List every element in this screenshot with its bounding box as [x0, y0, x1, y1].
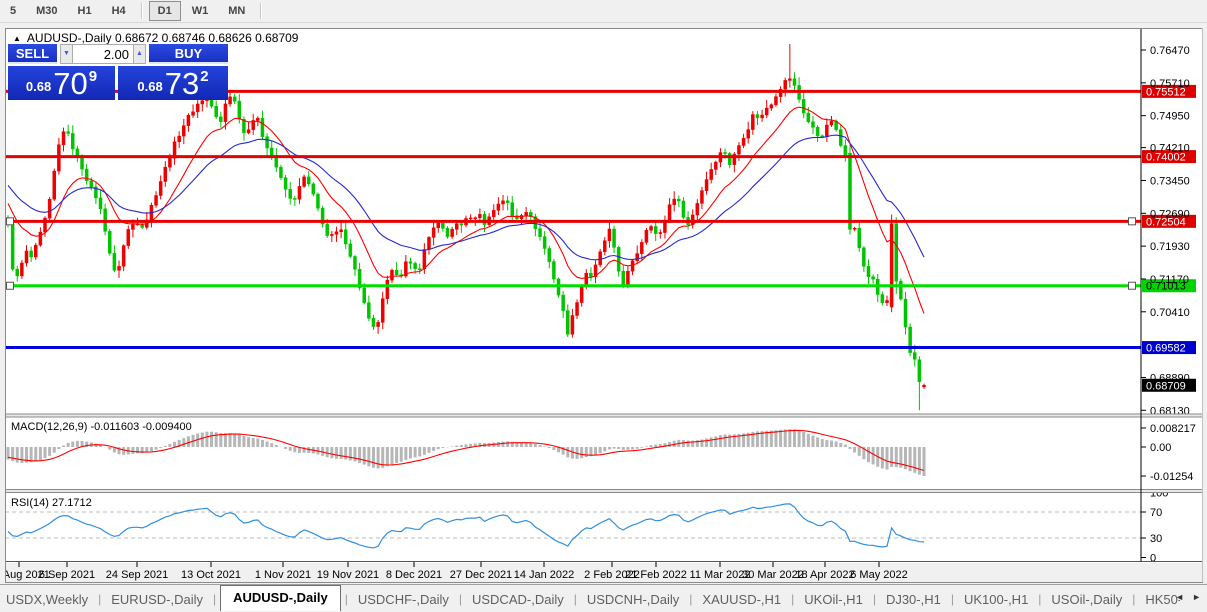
tab-separator: | [573, 592, 577, 606]
mt4-window: 5 M30 H1 H4 D1 W1 MN 0.75512 0.74002 0.72504 0.71… [0, 0, 1207, 612]
timeframe-toolbar: 5 M30 H1 H4 D1 W1 MN [0, 0, 1207, 23]
price-axis-tick-label: 0.74950 [1150, 111, 1190, 123]
sell-price-display[interactable]: 0.68 70 9 [8, 66, 115, 100]
toolbar-separator [140, 3, 143, 19]
line-handle[interactable] [1128, 281, 1136, 290]
timeframe-button-5[interactable]: 5 [1, 1, 25, 21]
tab-separator: | [98, 592, 102, 606]
tab-xauusd-h1[interactable]: XAUUSD-,H1 [696, 589, 787, 610]
timeframe-button-m30[interactable]: M30 [27, 1, 66, 21]
buy-price-pip-digit: 2 [200, 68, 209, 85]
chart-symbol-label: AUDUSD-,Daily [26, 31, 112, 45]
timeframe-button-h4[interactable]: H4 [103, 1, 135, 21]
price-axis-tick-label: 0.71170 [1150, 274, 1189, 286]
price-axis-tick-label: 0.75710 [1150, 78, 1190, 90]
buy-price-prefix: 0.68 [137, 79, 163, 94]
timeframe-button-mn[interactable]: MN [219, 1, 254, 21]
date-axis-label: 21 Feb 2022 [625, 569, 687, 581]
tabs-scroll-left-icon[interactable]: ◄ [1171, 591, 1188, 603]
one-click-trade-panel: SELL ▼ ▲ BUY 0.68 70 9 0.68 73 2 [8, 44, 228, 102]
timeframe-button-w1[interactable]: W1 [183, 1, 218, 21]
tab-usoil-daily[interactable]: USOil-,Daily [1045, 589, 1128, 610]
tab-usdchf-daily[interactable]: USDCHF-,Daily [352, 589, 455, 610]
symbol-tab-bar: USDX,Weekly | EURUSD-,Daily | AUDUSD-,Daily |… [0, 584, 1207, 612]
timeframe-button-h1[interactable]: H1 [69, 1, 101, 21]
volume-decrease-button[interactable]: ▼ [60, 44, 73, 64]
price-axis-tick-label: 0.74210 [1150, 143, 1190, 155]
buy-price-display[interactable]: 0.68 73 2 [118, 66, 228, 100]
price-axis-tick-label: 0.71930 [1150, 241, 1190, 253]
tab-usdcad-daily[interactable]: USDCAD-,Daily [466, 589, 570, 610]
date-axis-label: 6 Sep 2021 [39, 569, 95, 581]
tab-ukoil-h1[interactable]: UKOil-,H1 [798, 589, 869, 610]
tab-separator: | [950, 592, 954, 606]
sell-button[interactable]: SELL [8, 44, 57, 64]
macd-label: MACD(12,26,9) -0.011603 -0.009400 [11, 421, 192, 433]
toolbar-separator [260, 3, 263, 19]
macd-axis-tick-label: -0.01254 [1150, 471, 1193, 483]
tab-usdcnh-daily[interactable]: USDCNH-,Daily [581, 589, 685, 610]
tab-separator: | [872, 592, 876, 606]
macd-axis-tick-label: 0.00 [1150, 442, 1171, 454]
rsi-axis-tick-label: 30 [1150, 533, 1162, 545]
price-axis-tick-label: 0.72690 [1150, 208, 1190, 220]
volume-input[interactable] [73, 44, 133, 64]
chart-header: ▲ AUDUSD-,Daily 0.68672 0.68746 0.68626 0… [13, 31, 298, 45]
price-axis-tick-label: 0.76470 [1150, 45, 1190, 57]
level-price-label: 0.69582 [1146, 343, 1186, 355]
tab-separator: | [212, 592, 217, 606]
rsi-axis-tick-label: 70 [1150, 507, 1162, 519]
symbol-tabs: USDX,Weekly | EURUSD-,Daily | AUDUSD-,Daily |… [0, 585, 1180, 612]
date-axis-label: 13 Oct 2021 [181, 569, 241, 581]
tab-usdx-weekly[interactable]: USDX,Weekly [0, 589, 94, 610]
date-axis-label: 27 Dec 2021 [450, 569, 512, 581]
sell-price-prefix: 0.68 [25, 79, 52, 94]
date-axis-label: 1 Nov 2021 [255, 569, 311, 581]
volume-increase-button[interactable]: ▲ [133, 44, 146, 64]
price-axis-tick-label: 0.73450 [1150, 175, 1190, 187]
tab-separator: | [791, 592, 795, 606]
tab-audusd-daily[interactable]: AUDUSD-,Daily [220, 585, 341, 611]
tab-uk100-h1[interactable]: UK100-,H1 [958, 589, 1034, 610]
tab-separator: | [1038, 592, 1042, 606]
tab-separator: | [689, 592, 693, 606]
sell-price-big-digits: 70 [53, 66, 88, 101]
buy-price-big-digits: 73 [164, 66, 200, 101]
rsi-axis-tick-label: 0 [1150, 553, 1156, 565]
tab-separator: | [344, 592, 348, 606]
chart-ohlc-label: 0.68672 0.68746 0.68626 0.68709 [114, 31, 299, 45]
timeframe-button-d1[interactable]: D1 [148, 1, 181, 21]
tab-dj30-h1[interactable]: DJ30-,H1 [880, 589, 947, 610]
tab-separator: | [1132, 592, 1136, 606]
tab-separator: | [458, 592, 462, 606]
price-axis-tick-label: 0.68890 [1150, 372, 1190, 384]
date-axis-label: 19 Nov 2021 [317, 569, 379, 581]
tab-eurusd-daily[interactable]: EURUSD-,Daily [105, 589, 209, 610]
date-axis-label: 14 Jan 2022 [514, 569, 575, 581]
rsi-label: RSI(14) 27.1712 [11, 497, 92, 509]
line-handle[interactable] [6, 281, 14, 290]
line-handle[interactable] [6, 217, 14, 226]
tabs-scroll-right-icon[interactable]: ► [1188, 591, 1205, 603]
indicator-arrow-icon: ▲ [13, 34, 21, 43]
date-axis-label: 18 Apr 2022 [795, 569, 854, 581]
price-axis-tick-label: 0.70410 [1150, 307, 1190, 319]
line-handle[interactable] [1128, 217, 1136, 226]
date-axis-label: 8 Dec 2021 [386, 569, 442, 581]
chart-canvas[interactable]: 0.755120.740020.725040.710130.695820.687… [5, 28, 1203, 583]
buy-button[interactable]: BUY [149, 44, 228, 64]
sell-price-pip-digit: 9 [88, 68, 98, 85]
macd-axis-tick-label: 0.008217 [1150, 423, 1196, 435]
date-axis-label: 24 Sep 2021 [106, 569, 168, 581]
date-axis-label: 6 May 2022 [850, 569, 907, 581]
